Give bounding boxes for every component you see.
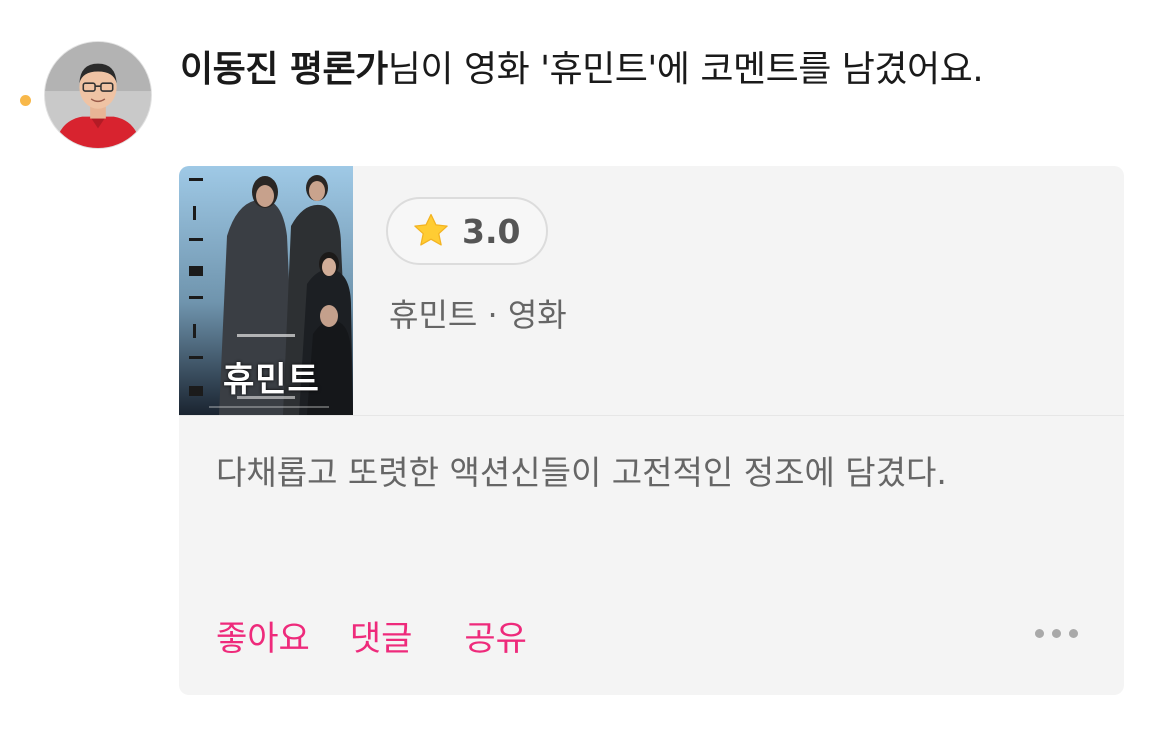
share-button[interactable]: 공유 bbox=[464, 611, 527, 660]
movie-meta[interactable]: 휴민트 · 영화 bbox=[389, 290, 567, 336]
notification-text: 이동진 평론가님이 영화 '휴민트'에 코멘트를 남겼어요. bbox=[180, 44, 984, 96]
comment-text: 다채롭고 또렷한 액션신들이 고전적인 정조에 담겼다. bbox=[216, 453, 947, 492]
star-icon bbox=[412, 212, 450, 250]
more-dot bbox=[1035, 629, 1044, 638]
profile-photo-icon bbox=[45, 42, 151, 148]
more-dot bbox=[1069, 629, 1078, 638]
reply-button[interactable]: 댓글 bbox=[350, 611, 413, 660]
user-name[interactable]: 이동진 평론가 bbox=[180, 49, 388, 90]
poster-title: 휴민트 bbox=[223, 360, 320, 400]
more-dot bbox=[1052, 629, 1061, 638]
divider bbox=[179, 415, 1124, 416]
movie-poster[interactable]: 휴민트 bbox=[179, 166, 353, 415]
like-button[interactable]: 좋아요 bbox=[216, 611, 310, 660]
rating-badge: 3.0 bbox=[386, 197, 549, 265]
avatar[interactable] bbox=[44, 41, 152, 149]
action-bar: 좋아요 댓글 공유 bbox=[216, 611, 527, 660]
more-dots-icon[interactable] bbox=[1035, 629, 1078, 638]
unread-indicator bbox=[20, 95, 31, 106]
movie-info[interactable]: 휴민트 3.0 휴민트 · 영화 bbox=[179, 166, 1124, 415]
rating-value: 3.0 bbox=[462, 211, 521, 251]
notification-message: 님이 영화 '휴민트'에 코멘트를 남겼어요. bbox=[387, 49, 984, 90]
comment-card[interactable]: 휴민트 3.0 휴민트 · 영화 다채롭고 또렷한 액션신들이 고전적인 정조에… bbox=[179, 166, 1124, 695]
